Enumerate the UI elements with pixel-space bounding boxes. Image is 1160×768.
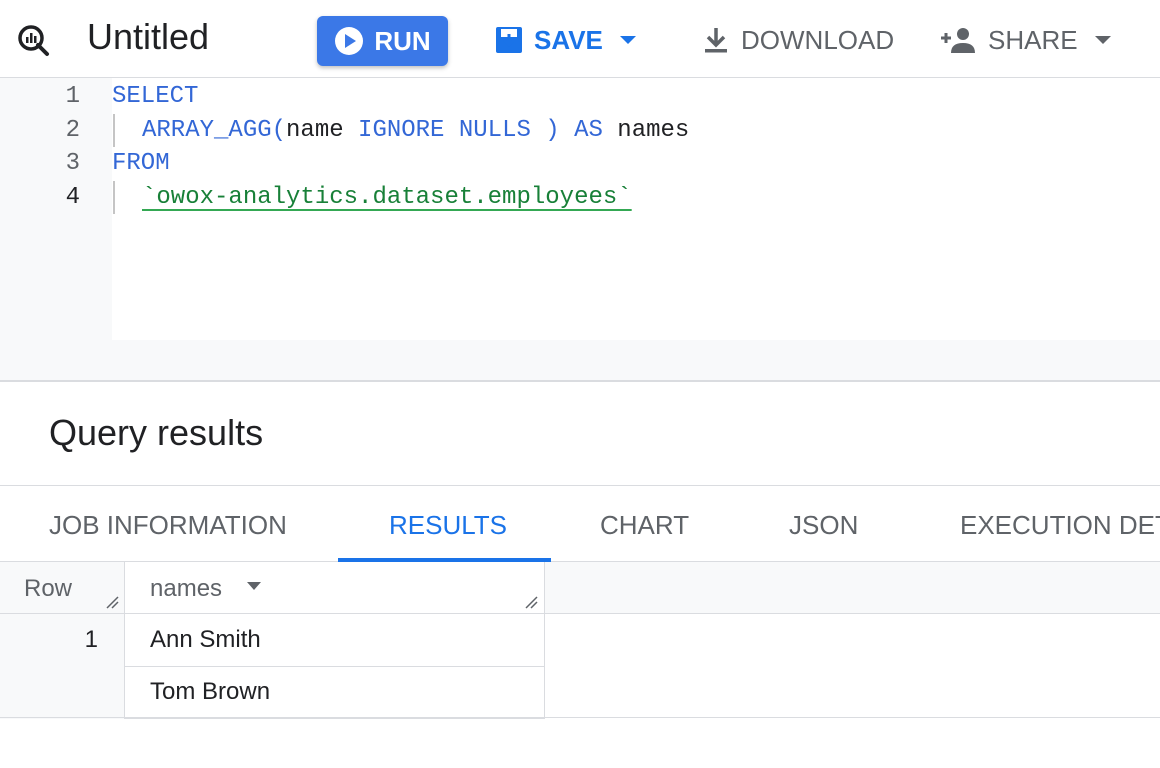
- save-icon: [496, 27, 522, 53]
- caret-down-icon: [1094, 36, 1111, 44]
- sql-table-reference[interactable]: `owox-analytics.dataset.employees`: [142, 181, 632, 214]
- table-cell[interactable]: Ann Smith: [125, 614, 545, 667]
- download-icon: [705, 28, 727, 53]
- caret-down-icon: [619, 36, 636, 44]
- results-heading: Query results: [49, 412, 264, 453]
- query-title[interactable]: Untitled: [87, 16, 209, 58]
- download-label: DOWNLOAD: [741, 24, 895, 55]
- results-table: Row names 1 Ann Smith Tom Brown: [0, 562, 1160, 719]
- code-line: 2 ARRAY_AGG(name IGNORE NULLS ) AS names: [0, 114, 1160, 147]
- run-button[interactable]: RUN: [317, 16, 448, 66]
- line-number: 4: [65, 184, 80, 211]
- resize-handle-icon[interactable]: [105, 595, 119, 609]
- tab-execution-details[interactable]: EXECUTION DET: [960, 510, 1160, 541]
- tab-json[interactable]: JSON: [789, 510, 858, 541]
- indent-guide: [113, 181, 115, 214]
- line-number: 1: [65, 83, 80, 110]
- save-button[interactable]: SAVE: [494, 22, 643, 58]
- sql-identifier: name: [286, 117, 344, 144]
- sql-keyword: SELECT: [112, 83, 199, 110]
- header-filler: [545, 562, 1160, 614]
- play-icon: [335, 27, 364, 55]
- array-value: Ann Smith: [150, 626, 261, 653]
- resize-handle-icon[interactable]: [524, 595, 538, 609]
- line-number: 3: [65, 150, 80, 177]
- download-button[interactable]: DOWNLOAD: [701, 22, 894, 58]
- save-label: SAVE: [534, 24, 603, 55]
- sql-editor[interactable]: 1 SELECT 2 ARRAY_AGG(name IGNORE NULLS )…: [0, 78, 1160, 382]
- sql-keyword: IGNORE NULLS ) AS: [343, 117, 618, 144]
- top-toolbar: Untitled RUN SAVE DOWNLOAD SHARE: [0, 0, 1160, 78]
- table-cell[interactable]: Tom Brown: [125, 666, 545, 719]
- sql-alias: names: [617, 117, 690, 144]
- sort-caret-icon[interactable]: [245, 580, 263, 592]
- column-header-names[interactable]: names: [125, 562, 545, 614]
- editor-divider: [0, 380, 1160, 382]
- indent-guide: [113, 114, 115, 147]
- bigquery-icon: [18, 25, 49, 56]
- table-bottom-border: [0, 717, 1160, 718]
- person-add-icon: [941, 28, 975, 53]
- array-value: Tom Brown: [150, 678, 271, 705]
- tab-chart[interactable]: CHART: [600, 510, 689, 541]
- code-line: 4 `owox-analytics.dataset.employees`: [0, 181, 1160, 214]
- column-header-row[interactable]: Row: [0, 562, 125, 614]
- share-label: SHARE: [988, 24, 1078, 55]
- code-line: 1 SELECT: [0, 80, 1160, 113]
- sql-function: ARRAY_AGG(: [142, 117, 287, 144]
- tab-results[interactable]: RESULTS: [389, 510, 507, 541]
- line-number: 2: [65, 117, 80, 144]
- run-label: RUN: [374, 25, 431, 56]
- column-header-label: names: [150, 575, 223, 602]
- code-text: ARRAY_AGG(name IGNORE NULLS ) AS names: [142, 114, 689, 147]
- row-number: 1: [84, 626, 98, 653]
- code-line: 3 FROM: [0, 147, 1160, 180]
- tab-job-information[interactable]: JOB INFORMATION: [49, 510, 287, 541]
- results-tabs: JOB INFORMATION RESULTS CHART JSON EXECU…: [0, 485, 1160, 562]
- column-header-label: Row: [24, 575, 73, 602]
- sql-keyword: FROM: [112, 150, 170, 177]
- share-button[interactable]: SHARE: [940, 22, 1118, 58]
